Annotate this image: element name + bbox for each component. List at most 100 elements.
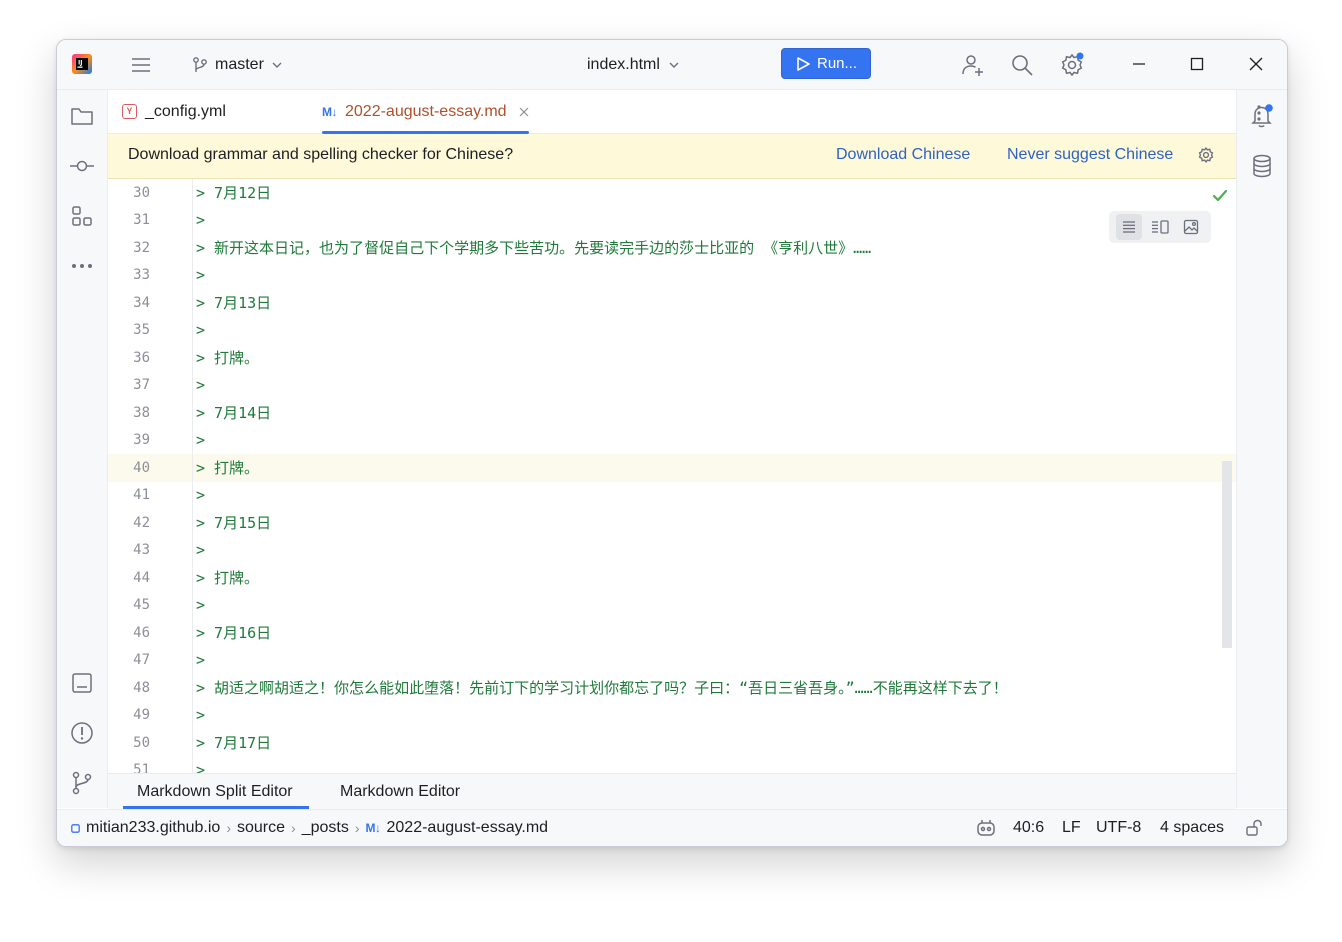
- line-text: > 打牌。: [196, 569, 260, 588]
- line-text: >: [196, 706, 206, 725]
- line-text: > 胡适之啊胡适之！你怎么能如此堕落！先前订下的学习计划你都忘了吗？子曰：“吾日…: [196, 679, 1008, 698]
- line-text: >: [196, 596, 206, 615]
- chevron-right-icon: ›: [291, 820, 296, 836]
- code-line[interactable]: 50 > 7月17日: [108, 729, 1236, 757]
- line-text: > 7月15日: [196, 514, 272, 533]
- run-config-widget[interactable]: index.html: [587, 52, 680, 78]
- tab-config-yml[interactable]: Y _config.yml: [122, 90, 226, 133]
- caret-position[interactable]: 40:6: [1013, 819, 1044, 837]
- add-user-icon[interactable]: [959, 51, 987, 79]
- code-line[interactable]: 31 >: [108, 207, 1236, 235]
- settings-gear-icon[interactable]: [1058, 51, 1086, 79]
- code-line[interactable]: 51 >: [108, 757, 1236, 773]
- terminal-panel-icon[interactable]: [69, 670, 95, 696]
- code-line[interactable]: 37 >: [108, 372, 1236, 400]
- code-line[interactable]: 34 > 7月13日: [108, 289, 1236, 317]
- breadcrumb-project[interactable]: mitian233.github.io: [86, 819, 220, 837]
- yaml-file-icon: Y: [122, 104, 137, 119]
- tab-options-icon[interactable]: [1256, 104, 1262, 127]
- code-line[interactable]: 38 > 7月14日: [108, 399, 1236, 427]
- markdown-file-icon: M↓: [322, 104, 338, 119]
- line-text: > 7月13日: [196, 294, 272, 313]
- main-menu-icon[interactable]: [129, 53, 153, 77]
- line-text: >: [196, 431, 206, 450]
- code-line[interactable]: 49 >: [108, 702, 1236, 730]
- split-view-icon[interactable]: [1147, 214, 1173, 240]
- line-number: 42: [133, 514, 150, 531]
- code-line[interactable]: 39 >: [108, 427, 1236, 455]
- line-number: 51: [133, 762, 150, 773]
- code-line[interactable]: 40 > 打牌。: [108, 454, 1236, 482]
- line-number: 35: [133, 322, 150, 339]
- git-icon[interactable]: [69, 770, 95, 796]
- preview-only-icon[interactable]: [1178, 214, 1204, 240]
- code-line[interactable]: 44 > 打牌。: [108, 564, 1236, 592]
- notifications-bell-icon[interactable]: [1249, 103, 1275, 129]
- problems-icon[interactable]: [69, 720, 95, 746]
- code-line[interactable]: 48 > 胡适之啊胡适之！你怎么能如此堕落！先前订下的学习计划你都忘了吗？子曰：“…: [108, 674, 1236, 702]
- line-number: 49: [133, 707, 150, 724]
- vertical-scrollbar[interactable]: [1222, 461, 1232, 648]
- tab-markdown-split-editor[interactable]: Markdown Split Editor: [123, 774, 309, 809]
- line-text: >: [196, 761, 206, 773]
- code-line[interactable]: 42 > 7月15日: [108, 509, 1236, 537]
- editor-only-icon[interactable]: [1115, 214, 1142, 240]
- indent-setting[interactable]: 4 spaces: [1160, 819, 1224, 837]
- tab-label: _config.yml: [145, 102, 226, 120]
- code-line[interactable]: 46 > 7月16日: [108, 619, 1236, 647]
- line-number: 48: [133, 679, 150, 696]
- code-line[interactable]: 41 >: [108, 482, 1236, 510]
- ide-window: IJ master index.html Run... Y _config.ym…: [56, 39, 1288, 847]
- breadcrumb-posts[interactable]: _posts: [302, 819, 349, 837]
- download-chinese-link[interactable]: Download Chinese: [836, 146, 970, 164]
- never-suggest-link[interactable]: Never suggest Chinese: [1007, 146, 1173, 164]
- code-line[interactable]: 36 > 打牌。: [108, 344, 1236, 372]
- close-tab-icon[interactable]: [519, 107, 529, 117]
- line-ending[interactable]: LF: [1062, 819, 1081, 837]
- code-line[interactable]: 35 >: [108, 317, 1236, 345]
- line-number: 45: [133, 597, 150, 614]
- line-text: >: [196, 651, 206, 670]
- code-line[interactable]: 45 >: [108, 592, 1236, 620]
- file-encoding[interactable]: UTF-8: [1096, 819, 1141, 837]
- code-line[interactable]: 30 > 7月12日: [108, 179, 1236, 207]
- ai-assistant-icon[interactable]: [975, 818, 997, 843]
- commit-icon[interactable]: [69, 153, 95, 179]
- code-editor[interactable]: 30 > 7月12日 31 >32 > 新开这本日记，也为了督促自己下个学期多下些苦功。…: [108, 179, 1236, 773]
- structure-icon[interactable]: [69, 203, 95, 229]
- app-logo-icon[interactable]: IJ: [71, 53, 93, 75]
- line-number: 39: [133, 432, 150, 449]
- title-bar: IJ master index.html Run...: [57, 40, 1287, 90]
- line-text: >: [196, 321, 206, 340]
- line-number: 44: [133, 569, 150, 586]
- chevron-down-icon: [669, 62, 679, 68]
- line-number: 32: [133, 239, 150, 256]
- tab-label: Markdown Editor: [340, 782, 461, 800]
- tab-august-essay[interactable]: M↓ 2022-august-essay.md: [322, 90, 529, 134]
- breadcrumb-file[interactable]: 2022-august-essay.md: [387, 819, 549, 837]
- project-folder-icon[interactable]: [69, 103, 95, 129]
- branch-icon: [193, 57, 207, 72]
- close-button[interactable]: [1236, 50, 1276, 78]
- code-line[interactable]: 32 > 新开这本日记，也为了督促自己下个学期多下些苦功。先要读完手边的莎士比亚的…: [108, 234, 1236, 262]
- database-icon[interactable]: [1249, 153, 1275, 179]
- code-line[interactable]: 33 >: [108, 262, 1236, 290]
- banner-settings-gear-icon[interactable]: [1197, 146, 1215, 169]
- more-tools-icon[interactable]: [69, 253, 95, 279]
- lock-open-icon[interactable]: [1245, 819, 1263, 842]
- chevron-right-icon: ›: [226, 820, 231, 836]
- line-text: > 7月12日: [196, 184, 272, 203]
- breadcrumb-source[interactable]: source: [237, 819, 285, 837]
- tab-label: Markdown Split Editor: [137, 782, 293, 800]
- no-problems-check-icon[interactable]: [1212, 188, 1228, 204]
- code-line[interactable]: 47 >: [108, 647, 1236, 675]
- code-line[interactable]: 43 >: [108, 537, 1236, 565]
- maximize-button[interactable]: [1177, 50, 1217, 78]
- chevron-down-icon: [272, 62, 282, 68]
- minimize-button[interactable]: [1119, 50, 1159, 78]
- editor-mode-tabs: Markdown Split Editor Markdown Editor: [108, 773, 1236, 809]
- search-icon[interactable]: [1008, 51, 1036, 79]
- vcs-branch-widget[interactable]: master: [192, 52, 283, 78]
- tab-markdown-editor[interactable]: Markdown Editor: [340, 774, 460, 809]
- run-button[interactable]: Run...: [781, 48, 871, 79]
